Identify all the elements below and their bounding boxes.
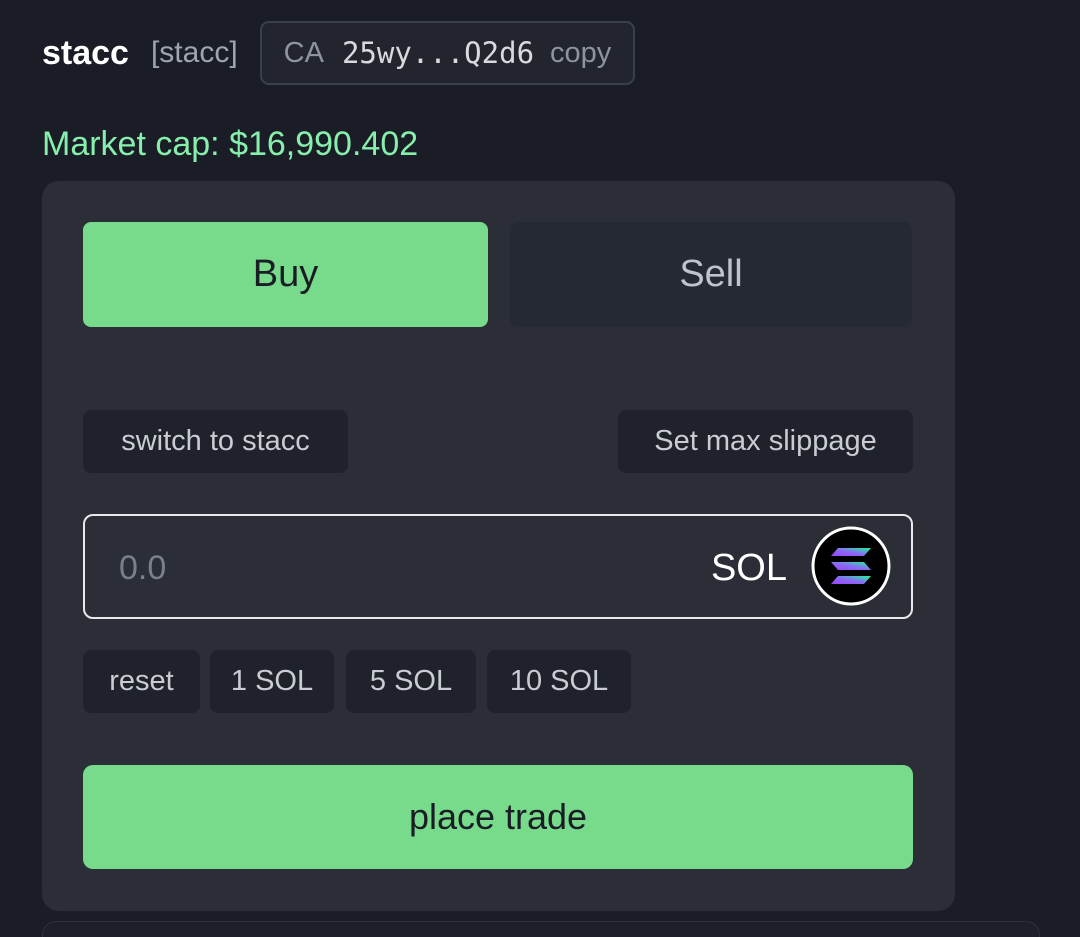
set-max-slippage-button[interactable]: Set max slippage	[618, 410, 913, 473]
tab-buy[interactable]: Buy	[83, 222, 488, 327]
quick-amount-10-sol[interactable]: 10 SOL	[487, 650, 631, 713]
amount-input[interactable]	[117, 542, 681, 594]
next-panel	[42, 921, 1040, 937]
quick-amount-1-sol[interactable]: 1 SOL	[210, 650, 334, 713]
token-name: stacc	[42, 33, 129, 72]
ca-value: 25wy...Q2d6	[341, 36, 535, 70]
quick-amount-5-sol[interactable]: 5 SOL	[346, 650, 476, 713]
place-trade-button[interactable]: place trade	[83, 765, 913, 869]
ca-label: CA	[283, 36, 324, 69]
tab-sell[interactable]: Sell	[510, 222, 912, 327]
switch-token-button[interactable]: switch to stacc	[83, 410, 348, 473]
trade-card: Buy Sell switch to stacc Set max slippag…	[42, 181, 955, 911]
contract-address-copy-button[interactable]: CA 25wy...Q2d6 copy	[259, 21, 636, 85]
quick-amount-reset[interactable]: reset	[83, 650, 200, 713]
token-ticker: [stacc]	[150, 36, 238, 69]
market-cap: Market cap: $16,990.402	[42, 125, 419, 163]
solana-logo-icon	[811, 526, 891, 606]
token-header: stacc [stacc] CA 25wy...Q2d6 copy	[42, 20, 636, 86]
amount-field: SOL	[83, 514, 913, 619]
currency-label: SOL	[710, 547, 787, 589]
copy-label: copy	[550, 36, 612, 69]
trade-page: stacc [stacc] CA 25wy...Q2d6 copy Market…	[0, 0, 1080, 937]
